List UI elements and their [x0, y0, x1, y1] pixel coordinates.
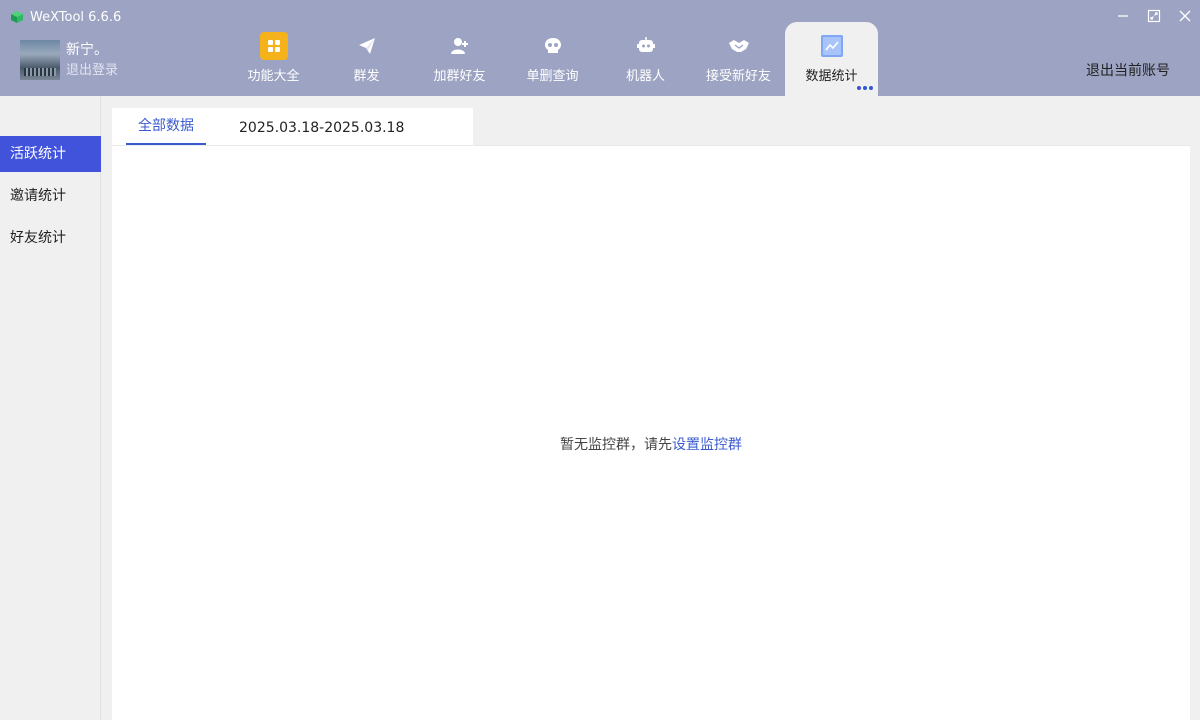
- add-user-icon: [446, 32, 474, 60]
- send-icon: [353, 32, 381, 60]
- nav-item-statistics[interactable]: 数据统计: [785, 22, 878, 96]
- nav-label: 单删查询: [526, 69, 579, 84]
- close-icon[interactable]: [1169, 4, 1200, 28]
- nav-label: 功能大全: [247, 69, 300, 84]
- chart-icon: [818, 32, 846, 60]
- app-title: WeXTool 6.6.6: [10, 8, 121, 26]
- app-logo-icon: [11, 11, 23, 23]
- sidebar-item-activity[interactable]: 活跃统计: [0, 136, 101, 172]
- tab-strip: 全部数据 2025.03.18-2025.03.18: [112, 108, 473, 146]
- window-controls: [1107, 4, 1200, 28]
- tab-all-data[interactable]: 全部数据: [126, 108, 206, 145]
- more-dots-icon[interactable]: [857, 86, 873, 90]
- top-nav: 功能大全 群发 加群好友 单删查询 机器人 接受新好友 数据统计: [227, 22, 878, 96]
- app-title-text: WeXTool 6.6.6: [30, 9, 122, 25]
- nav-label: 接受新好友: [705, 69, 771, 84]
- nav-item-broadcast[interactable]: 群发: [320, 22, 413, 96]
- nav-label: 群发: [353, 69, 380, 84]
- nav-label: 机器人: [625, 69, 665, 84]
- handshake-icon: [725, 32, 753, 60]
- maximize-icon[interactable]: [1138, 4, 1169, 28]
- logout-link[interactable]: 退出登录: [66, 62, 118, 80]
- nav-label: 加群好友: [433, 69, 486, 84]
- nav-item-accept-friends[interactable]: 接受新好友: [692, 22, 785, 96]
- sidebar: 活跃统计 邀请统计 好友统计: [0, 96, 101, 720]
- sidebar-item-invites[interactable]: 邀请统计: [0, 178, 101, 214]
- nav-item-features[interactable]: 功能大全: [227, 22, 320, 96]
- grid-icon: [259, 32, 288, 60]
- skull-icon: [539, 32, 567, 60]
- empty-text: 暂无监控群，请先: [560, 437, 672, 453]
- robot-icon: [632, 32, 660, 60]
- nav-item-delete-check[interactable]: 单删查询: [506, 22, 599, 96]
- avatar[interactable]: [20, 40, 60, 80]
- nav-label: 数据统计: [805, 69, 858, 84]
- nav-item-add-group-friends[interactable]: 加群好友: [413, 22, 506, 96]
- switch-account-button[interactable]: 退出当前账号: [1086, 60, 1170, 80]
- sidebar-item-friends[interactable]: 好友统计: [0, 220, 101, 256]
- date-range[interactable]: 2025.03.18-2025.03.18: [239, 108, 404, 146]
- setup-monitor-group-link[interactable]: 设置监控群: [672, 437, 742, 453]
- empty-state: 暂无监控群，请先设置监控群: [112, 434, 1190, 454]
- title-bar: WeXTool 6.6.6 新宁。 退出登录 功能大全 群发 加群好友 单删查询…: [0, 0, 1200, 96]
- nav-item-robot[interactable]: 机器人: [599, 22, 692, 96]
- minimize-icon[interactable]: [1107, 4, 1138, 28]
- content-panel: 暂无监控群，请先设置监控群: [112, 146, 1190, 720]
- user-panel: 新宁。 退出登录: [20, 40, 118, 80]
- user-name: 新宁。: [66, 42, 108, 58]
